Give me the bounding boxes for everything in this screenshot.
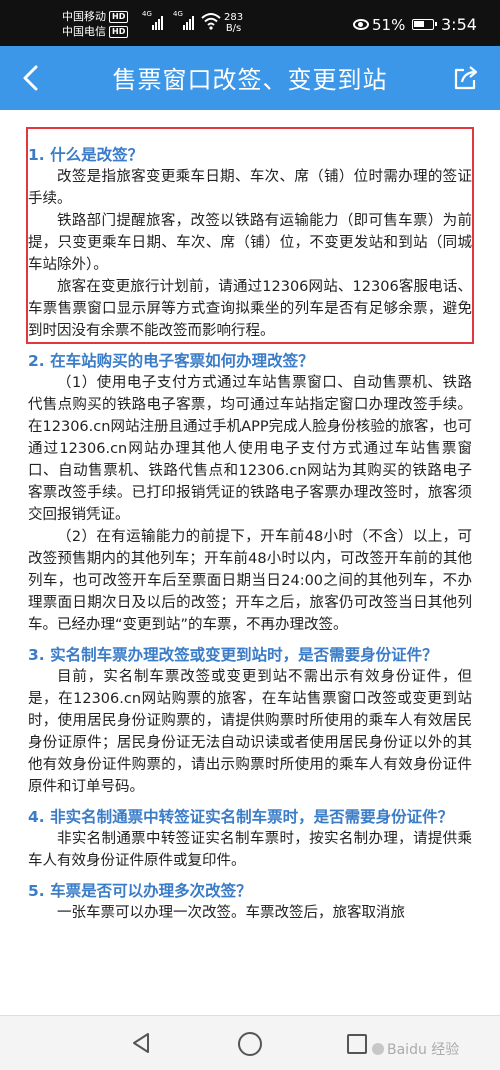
faq-question: 2. 在车站购买的电子客票如何办理改签？: [28, 352, 314, 370]
faq-item-3: 3. 实名制车票办理改签或变更到站时，是否需要身份证件？ 目前，实名制车票改签或…: [0, 644, 500, 798]
page-title: 售票窗口改签、变更到站: [112, 66, 388, 94]
nav-back-icon[interactable]: [130, 1032, 152, 1054]
faq-paragraph: 一张车票可以办理一次改签。车票改签后，旅客取消旅: [57, 905, 405, 921]
faq-item-2: 2. 在车站购买的电子客票如何办理改签？ （1）使用电子支付方式通过车站售票窗口…: [0, 350, 500, 636]
faq-paragraph: （2）在有运输能力的前提下，开车前48小时（不含）以上，可改签预售期内的其他列车…: [28, 529, 472, 633]
signal-icon: 4G: [173, 10, 194, 30]
navigation-bar: Baidu 经验: [0, 1015, 500, 1070]
carrier-info: 中国移动 HD 中国电信 HD: [62, 9, 129, 39]
faq-item-4: 4. 非实名制通票中转签证实名制车票时，是否需要身份证件？ 非实名制通票中转签证…: [0, 806, 500, 872]
paw-icon: [372, 1043, 384, 1055]
faq-paragraph: （1）使用电子支付方式通过车站售票窗口、自动售票机、铁路代售点购买的铁路电子客票…: [28, 375, 472, 523]
faq-question: 3. 实名制车票办理改签或变更到站时，是否需要身份证件？: [28, 646, 438, 664]
net-speed-value: 283: [224, 12, 244, 23]
share-icon[interactable]: [452, 64, 480, 92]
faq-paragraph: 旅客在变更旅行计划前，请通过12306网站、12306客服电话、车票售票窗口显示…: [28, 279, 472, 339]
signal-icon: 4G: [142, 10, 163, 30]
baidu-watermark: Baidu 经验: [372, 1036, 492, 1062]
network-type: 4G: [142, 10, 152, 18]
title-bar: 售票窗口改签、变更到站: [0, 46, 500, 110]
net-speed-unit: B/s: [225, 23, 242, 34]
article-content[interactable]: 1. 什么是改签？ 改签是指旅客变更乘车日期、车次、席（铺）位时需办理的签证手续…: [0, 110, 500, 1015]
faq-item-1: 1. 什么是改签？ 改签是指旅客变更乘车日期、车次、席（铺）位时需办理的签证手续…: [0, 144, 500, 342]
network-type: 4G: [173, 10, 183, 18]
faq-question: 4. 非实名制通票中转签证实名制车票时，是否需要身份证件？: [28, 808, 454, 826]
faq-paragraph: 目前，实名制车票改签或变更到站不需出示有效身份证件，但是，在12306.cn网站…: [28, 669, 472, 795]
faq-list: 2. 在车站购买的电子客票如何办理改签？ （1）使用电子支付方式通过车站售票窗口…: [0, 350, 500, 924]
faq-item-5: 5. 车票是否可以办理多次改签？ 一张车票可以办理一次改签。车票改签后，旅客取消…: [0, 880, 500, 924]
carrier-2: 中国电信: [62, 25, 106, 38]
faq-paragraph: 改签是指旅客变更乘车日期、车次、席（铺）位时需办理的签证手续。: [28, 169, 472, 207]
faq-question: 1. 什么是改签？: [28, 146, 144, 164]
wifi-icon: [201, 13, 221, 30]
battery-icon: [412, 19, 437, 30]
nav-home-icon[interactable]: [238, 1032, 262, 1056]
signal-group: 4G 4G: [142, 10, 194, 30]
hd-badge: HD: [109, 25, 129, 38]
faq-question: 5. 车票是否可以办理多次改签？: [28, 882, 252, 900]
hd-badge: HD: [109, 10, 129, 23]
status-bar: 中国移动 HD 中国电信 HD 4G 4G 283 B/s 51% 3:54: [0, 0, 500, 46]
back-arrow-icon[interactable]: [18, 64, 46, 92]
clock: 3:54: [441, 15, 477, 34]
watermark-text: Baidu 经验: [387, 1042, 460, 1058]
nav-recent-apps-icon[interactable]: [347, 1034, 367, 1054]
faq-paragraph: 铁路部门提醒旅客，改签以铁路有运输能力（即可售车票）为前提，只变更乘车日期、车次…: [28, 213, 472, 273]
battery-percent: 51%: [372, 16, 406, 34]
faq-paragraph: 非实名制通票中转签证实名制车票时，按实名制办理，请提供乘车人有效身份证件原件或复…: [28, 831, 472, 869]
eye-icon: [353, 19, 369, 30]
net-speed: 283 B/s: [224, 12, 243, 34]
carrier-1: 中国移动: [62, 10, 106, 23]
